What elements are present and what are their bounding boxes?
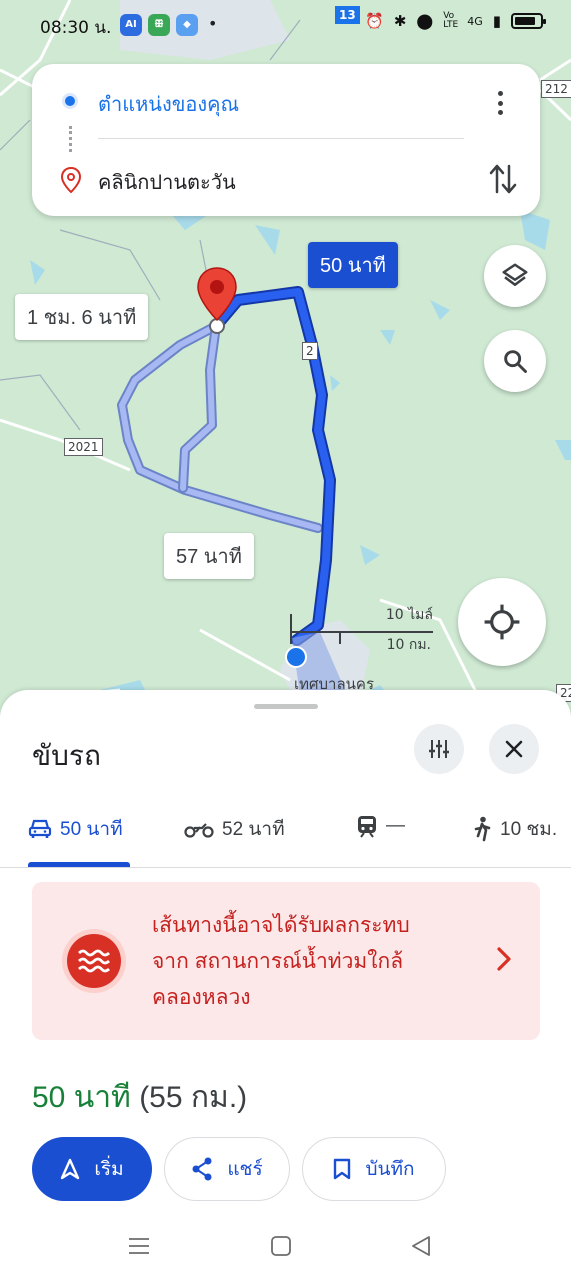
battery-icon [511, 13, 546, 29]
save-label: บันทึก [365, 1159, 415, 1180]
destination-field[interactable]: คลินิกปานตะวัน [98, 166, 236, 198]
home-icon[interactable] [270, 1235, 292, 1257]
save-button[interactable]: บันทึก [302, 1137, 446, 1201]
directions-sheet: ขับรถ 50 นาที 52 นาที — 10 ชม. เส้นทางนี… [0, 690, 571, 1280]
bluetooth-icon: ✱ [393, 12, 407, 30]
more-options-icon[interactable] [490, 88, 510, 118]
search-along-route-button[interactable] [484, 330, 546, 392]
tab-motorcycle-label: 52 นาที [222, 819, 285, 840]
travel-mode-tabs: 50 นาที 52 นาที — 10 ชม. [0, 800, 571, 868]
alert-line-1: เส้นทางนี้อาจได้รับผลกระทบ [152, 914, 410, 937]
layers-button[interactable] [484, 245, 546, 307]
tab-walk[interactable]: 10 ชม. [472, 814, 557, 844]
sheet-title: ขับรถ [32, 740, 101, 771]
route-options-button[interactable] [414, 724, 464, 774]
route-connector-icon [69, 126, 72, 152]
alt-route-time-label-2[interactable]: 57 นาที [164, 533, 254, 579]
train-icon [358, 816, 376, 838]
flood-alert-card[interactable]: เส้นทางนี้อาจได้รับผลกระทบ จาก สถานการณ์… [32, 882, 540, 1040]
close-button[interactable] [489, 724, 539, 774]
tune-icon [429, 740, 449, 758]
alert-line-3: คลองหลวง [152, 986, 251, 1009]
app-badge-icon: ꕥ [148, 14, 170, 36]
system-nav-bar [0, 1220, 571, 1280]
origin-dot-icon [62, 93, 78, 109]
primary-route-time-label[interactable]: 50 นาที [308, 242, 398, 288]
status-bar: 08:30 น. AI ꕥ ◆ • ⏰ ✱ ⬤ Vo LTE 4G ▮ [0, 0, 571, 50]
origin-field[interactable]: ตำแหน่งของคุณ [98, 88, 239, 120]
status-time: 08:30 น. [40, 18, 112, 38]
summary-distance: (55 กม.) [139, 1081, 248, 1114]
active-tab-indicator [28, 862, 130, 867]
alert-icon-ring [62, 929, 126, 993]
ai-badge-icon: AI [120, 14, 142, 36]
walk-icon [474, 816, 491, 842]
tab-transit-label: — [386, 815, 405, 836]
app2-badge-icon: ◆ [176, 14, 198, 36]
swap-icon[interactable] [488, 162, 518, 196]
crosshair-icon [484, 604, 520, 640]
map-view[interactable]: 2 2021 13 212 22 50 นาที 1 ชม. 6 นาที 57… [0, 0, 571, 720]
tab-walk-label: 10 ชม. [500, 819, 558, 840]
search-icon [504, 350, 527, 373]
road-shield-2021: 2021 [64, 438, 103, 456]
chevron-right-icon [497, 947, 511, 971]
status-right: ⏰ ✱ ⬤ Vo LTE 4G ▮ [365, 11, 546, 30]
sheet-drag-handle[interactable] [254, 704, 318, 709]
bookmark-icon [334, 1158, 351, 1180]
waves-icon [78, 949, 110, 973]
alarm-icon: ⏰ [365, 12, 384, 30]
road-shield-212: 212 [541, 80, 571, 98]
volte-icon: Vo LTE [443, 11, 459, 30]
start-button[interactable]: เริ่ม [32, 1137, 152, 1201]
tab-drive-label: 50 นาที [60, 819, 123, 840]
map-scale: 10 ไมล์ 10 กม. [290, 604, 435, 654]
back-icon[interactable] [410, 1235, 432, 1257]
scale-km: 10 กม. [386, 637, 431, 653]
car-icon [28, 819, 52, 838]
share-label: แชร์ [227, 1159, 263, 1180]
tab-motorcycle[interactable]: 52 นาที [184, 814, 285, 844]
tab-drive[interactable]: 50 นาที [28, 814, 123, 844]
destination-pin-outline-icon [60, 167, 82, 193]
destination-pin-icon[interactable] [196, 266, 238, 322]
road-shield-2: 2 [302, 342, 318, 360]
tab-transit[interactable]: — [356, 814, 405, 838]
navigation-arrow-icon [61, 1158, 80, 1180]
route-summary: 50 นาที (55 กม.) [32, 1074, 247, 1121]
more-notifications-icon: • [208, 14, 218, 33]
alt-route-time-label-1[interactable]: 1 ชม. 6 นาที [15, 294, 149, 340]
share-icon [192, 1157, 212, 1181]
alert-line-2: จาก สถานการณ์น้ำท่วมใกล้ [152, 950, 404, 973]
recent-apps-icon[interactable] [128, 1235, 150, 1257]
signal-icon: ▮ [492, 12, 501, 30]
my-location-button[interactable] [458, 578, 546, 666]
scale-miles: 10 ไมล์ [385, 607, 433, 623]
alert-text: เส้นทางนี้อาจได้รับผลกระทบ จาก สถานการณ์… [152, 908, 472, 1016]
summary-duration: 50 นาที [32, 1081, 131, 1114]
network-icon: 4G [467, 14, 483, 28]
share-button[interactable]: แชร์ [164, 1137, 290, 1201]
divider [98, 138, 464, 139]
motorcycle-icon [184, 823, 214, 838]
location-icon: ⬤ [416, 12, 434, 30]
close-icon [505, 740, 523, 758]
start-label: เริ่ม [94, 1159, 124, 1180]
flood-icon [67, 934, 121, 988]
layers-icon [502, 263, 528, 286]
route-input-card: ตำแหน่งของคุณ คลินิกปานตะวัน [32, 64, 540, 216]
